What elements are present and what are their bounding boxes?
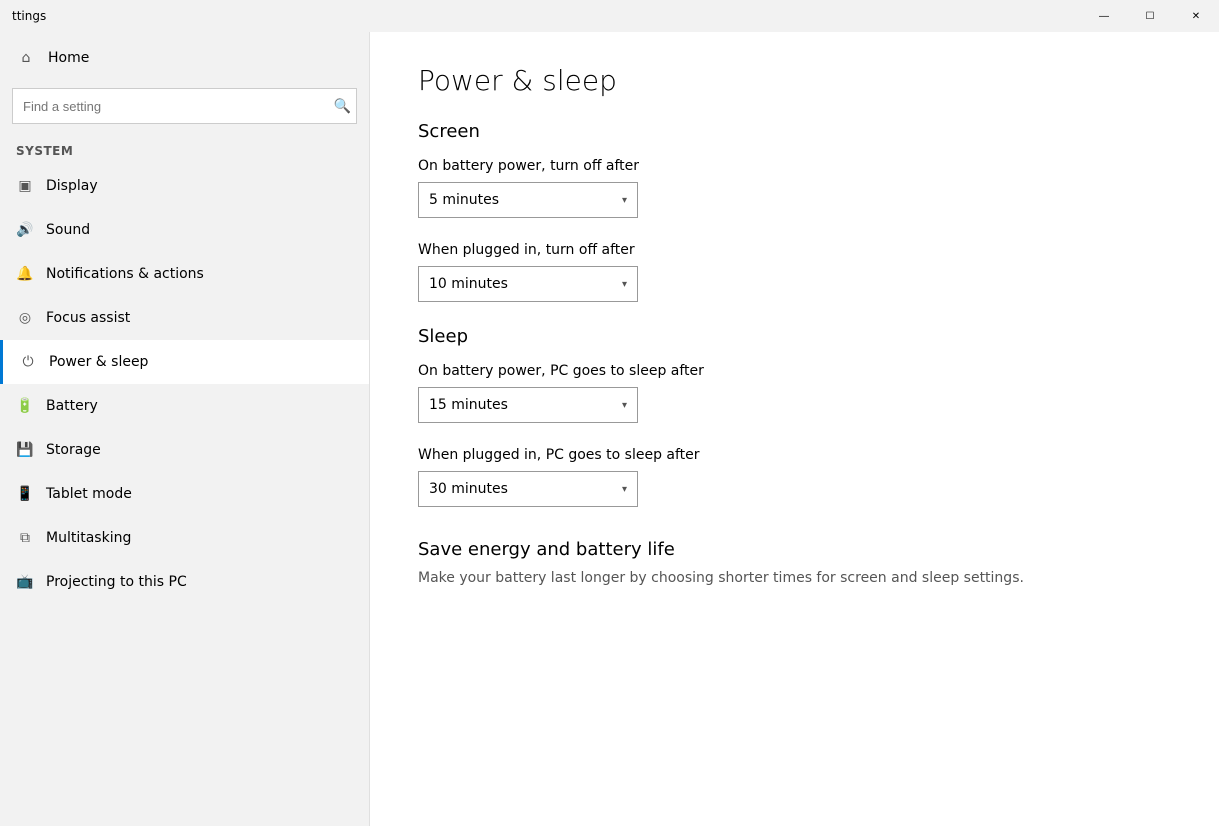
nav-label-projecting: Projecting to this PC: [46, 574, 187, 590]
nav-label-display: Display: [46, 178, 98, 194]
projecting-icon: 📺: [16, 573, 34, 591]
battery-screen-chevron-icon: ▾: [622, 195, 627, 206]
sidebar-item-projecting[interactable]: 📺 Projecting to this PC: [0, 560, 369, 604]
plugged-screen-value: 10 minutes: [429, 276, 508, 292]
minimize-button[interactable]: —: [1081, 0, 1127, 32]
sidebar-item-notifications[interactable]: 🔔 Notifications & actions: [0, 252, 369, 296]
battery-screen-value: 5 minutes: [429, 192, 499, 208]
plugged-sleep-dropdown[interactable]: 30 minutes ▾: [418, 471, 638, 507]
plugged-screen-chevron-icon: ▾: [622, 279, 627, 290]
close-button[interactable]: ✕: [1173, 0, 1219, 32]
battery-icon: 🔋: [16, 397, 34, 415]
multitasking-icon: ⧉: [16, 529, 34, 547]
battery-sleep-dropdown[interactable]: 15 minutes ▾: [418, 387, 638, 423]
maximize-button[interactable]: ☐: [1127, 0, 1173, 32]
plugged-screen-label: When plugged in, turn off after: [418, 242, 1171, 258]
sidebar-item-sound[interactable]: 🔊 Sound: [0, 208, 369, 252]
sidebar-item-battery[interactable]: 🔋 Battery: [0, 384, 369, 428]
save-energy-title: Save energy and battery life: [418, 539, 1171, 560]
app-container: ⌂ Home 🔍 System ▣ Display 🔊 Sound 🔔 Noti…: [0, 32, 1219, 826]
battery-sleep-label: On battery power, PC goes to sleep after: [418, 363, 1171, 379]
battery-screen-group: On battery power, turn off after 5 minut…: [418, 158, 1171, 218]
title-bar-controls: — ☐ ✕: [1081, 0, 1219, 32]
nav-label-multitasking: Multitasking: [46, 530, 131, 546]
home-label: Home: [48, 50, 89, 66]
nav-label-notifications: Notifications & actions: [46, 266, 204, 282]
battery-sleep-group: On battery power, PC goes to sleep after…: [418, 363, 1171, 423]
battery-sleep-chevron-icon: ▾: [622, 400, 627, 411]
nav-label-tablet-mode: Tablet mode: [46, 486, 132, 502]
main-content: Power & sleep Screen On battery power, t…: [370, 32, 1219, 826]
power-icon: ⏻: [19, 353, 37, 371]
screen-section-title: Screen: [418, 121, 1171, 142]
storage-icon: 💾: [16, 441, 34, 459]
battery-sleep-value: 15 minutes: [429, 397, 508, 413]
tablet-mode-icon: 📱: [16, 485, 34, 503]
sleep-section-title: Sleep: [418, 326, 1171, 347]
plugged-sleep-chevron-icon: ▾: [622, 484, 627, 495]
display-icon: ▣: [16, 177, 34, 195]
plugged-sleep-value: 30 minutes: [429, 481, 508, 497]
system-section-label: System: [0, 132, 369, 164]
nav-label-power-sleep: Power & sleep: [49, 354, 148, 370]
nav-label-sound: Sound: [46, 222, 90, 238]
nav-label-focus-assist: Focus assist: [46, 310, 130, 326]
nav-label-battery: Battery: [46, 398, 98, 414]
save-energy-description: Make your battery last longer by choosin…: [418, 568, 1171, 589]
sidebar-item-tablet-mode[interactable]: 📱 Tablet mode: [0, 472, 369, 516]
plugged-screen-group: When plugged in, turn off after 10 minut…: [418, 242, 1171, 302]
plugged-sleep-group: When plugged in, PC goes to sleep after …: [418, 447, 1171, 507]
page-title: Power & sleep: [418, 64, 1171, 97]
sidebar-item-power-sleep[interactable]: ⏻ Power & sleep: [0, 340, 369, 384]
plugged-sleep-label: When plugged in, PC goes to sleep after: [418, 447, 1171, 463]
battery-screen-dropdown[interactable]: 5 minutes ▾: [418, 182, 638, 218]
focus-assist-icon: ◎: [16, 309, 34, 327]
sidebar-item-storage[interactable]: 💾 Storage: [0, 428, 369, 472]
search-container: 🔍: [0, 80, 369, 132]
sound-icon: 🔊: [16, 221, 34, 239]
sidebar-item-home[interactable]: ⌂ Home: [0, 36, 369, 80]
search-input[interactable]: [12, 88, 357, 124]
search-icon[interactable]: 🔍: [334, 98, 351, 115]
battery-screen-label: On battery power, turn off after: [418, 158, 1171, 174]
sidebar: ⌂ Home 🔍 System ▣ Display 🔊 Sound 🔔 Noti…: [0, 32, 370, 826]
sidebar-item-focus-assist[interactable]: ◎ Focus assist: [0, 296, 369, 340]
title-bar: ttings — ☐ ✕: [0, 0, 1219, 32]
sidebar-item-multitasking[interactable]: ⧉ Multitasking: [0, 516, 369, 560]
notifications-icon: 🔔: [16, 265, 34, 283]
plugged-screen-dropdown[interactable]: 10 minutes ▾: [418, 266, 638, 302]
home-icon: ⌂: [16, 48, 36, 68]
nav-label-storage: Storage: [46, 442, 101, 458]
sidebar-item-display[interactable]: ▣ Display: [0, 164, 369, 208]
title-bar-text: ttings: [12, 9, 46, 23]
